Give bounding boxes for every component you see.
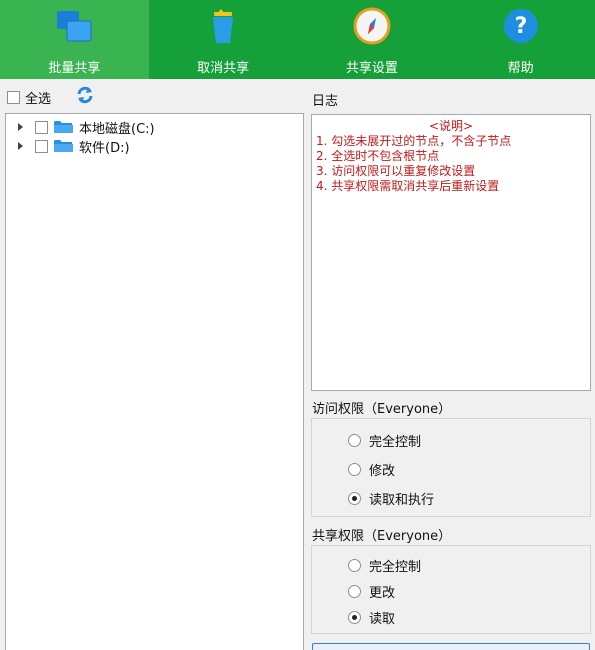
folder-icon (54, 139, 73, 153)
share-option-read[interactable]: 读取 (348, 608, 395, 627)
expand-caret-icon[interactable] (18, 123, 23, 131)
access-option-modify[interactable]: 修改 (348, 460, 395, 479)
help-button[interactable]: ? 帮助 (446, 0, 595, 79)
trash-icon (203, 6, 243, 46)
select-all-label: 全选 (25, 92, 52, 107)
radio-label: 完全控制 (369, 435, 422, 450)
tree-node-checkbox[interactable] (35, 139, 48, 153)
share-option-change[interactable]: 更改 (348, 582, 395, 601)
radio-button[interactable] (348, 492, 361, 505)
svg-text:?: ? (514, 14, 527, 39)
batch-share-label: 批量共享 (48, 61, 101, 76)
access-permission-title: 访问权限（Everyone） (312, 402, 452, 417)
apply-button[interactable] (312, 643, 590, 650)
refresh-icon[interactable] (76, 86, 94, 104)
access-option-read-execute[interactable]: 读取和执行 (348, 489, 434, 508)
log-heading: <说明> (428, 119, 474, 133)
cancel-share-label: 取消共享 (197, 61, 250, 76)
radio-label: 读取和执行 (369, 493, 435, 508)
radio-label: 更改 (369, 586, 396, 601)
select-all-checkbox[interactable] (7, 91, 20, 104)
tree-node-c[interactable]: 本地磁盘(C:) (6, 118, 155, 137)
share-option-full-control[interactable]: 完全控制 (348, 556, 421, 575)
compass-icon (352, 6, 392, 46)
share-settings-label: 共享设置 (345, 61, 398, 76)
share-settings-button[interactable]: 共享设置 (298, 0, 447, 79)
radio-label: 修改 (369, 464, 396, 479)
folder-icon (54, 120, 73, 134)
tree-node-d[interactable]: 软件(D:) (6, 137, 130, 156)
radio-button[interactable] (348, 434, 361, 447)
help-icon: ? (501, 6, 541, 46)
log-panel: <说明> 1. 勾选未展开过的节点，不含子节点 2. 全选时不包含根节点 3. … (311, 114, 591, 391)
log-line: 3. 访问权限可以重复修改设置 (316, 164, 476, 178)
log-title: 日志 (312, 94, 339, 109)
share-permission-title: 共享权限（Everyone） (312, 529, 452, 544)
radio-label: 读取 (369, 612, 396, 627)
log-line: 1. 勾选未展开过的节点，不含子节点 (316, 134, 512, 148)
folder-tree[interactable]: 本地磁盘(C:) 软件(D:) (5, 113, 304, 650)
tree-node-label: 软件(D:) (79, 140, 130, 156)
radio-button[interactable] (348, 585, 361, 598)
radio-button[interactable] (348, 559, 361, 572)
log-line: 2. 全选时不包含根节点 (316, 149, 440, 163)
select-all[interactable]: 全选 (7, 88, 51, 107)
tree-node-checkbox[interactable] (35, 120, 48, 134)
tree-node-label: 本地磁盘(C:) (79, 121, 155, 137)
batch-share-button[interactable]: 批量共享 (0, 0, 149, 79)
radio-label: 完全控制 (369, 560, 422, 575)
batch-share-icon (54, 6, 94, 46)
radio-button[interactable] (348, 611, 361, 624)
share-permission-group: 完全控制 更改 读取 (311, 545, 591, 634)
access-permission-group: 完全控制 修改 读取和执行 (311, 418, 591, 517)
help-label: 帮助 (507, 61, 534, 76)
toolbar: 批量共享 取消共享 共享设置 ? 帮助 (0, 0, 595, 79)
radio-button[interactable] (348, 463, 361, 476)
access-option-full-control[interactable]: 完全控制 (348, 431, 421, 450)
expand-caret-icon[interactable] (18, 142, 23, 150)
log-line: 4. 共享权限需取消共享后重新设置 (316, 179, 500, 193)
cancel-share-button[interactable]: 取消共享 (149, 0, 298, 79)
